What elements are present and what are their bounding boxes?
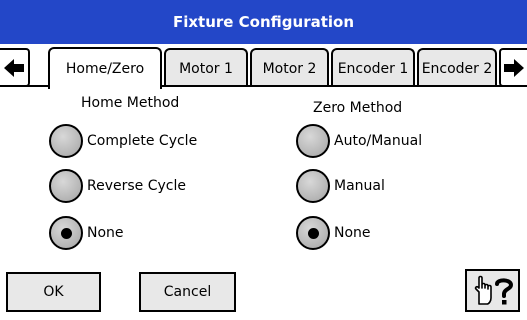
radio-zero-none[interactable]: None bbox=[296, 216, 371, 250]
home-method-label: Home Method bbox=[81, 95, 180, 111]
radio-circle bbox=[49, 169, 83, 203]
radio-reverse-cycle[interactable]: Reverse Cycle bbox=[49, 169, 186, 203]
radio-manual[interactable]: Manual bbox=[296, 169, 385, 203]
radio-complete-cycle[interactable]: Complete Cycle bbox=[49, 124, 197, 158]
arrow-right-icon bbox=[504, 58, 524, 77]
radio-circle bbox=[49, 124, 83, 158]
radio-selected-dot bbox=[307, 227, 319, 239]
ok-button-label: OK bbox=[43, 284, 64, 300]
radio-selected-dot bbox=[60, 227, 72, 239]
radio-label: None bbox=[334, 225, 371, 241]
tab-label: Encoder 1 bbox=[337, 60, 409, 77]
cancel-button-label: Cancel bbox=[163, 284, 212, 300]
arrow-left-icon bbox=[4, 58, 24, 77]
radio-label: None bbox=[87, 225, 124, 241]
tab-encoder-1[interactable]: Encoder 1 bbox=[331, 48, 415, 87]
ok-button[interactable]: OK bbox=[6, 272, 101, 312]
tab-label: Home/Zero bbox=[65, 61, 145, 77]
radio-label: Reverse Cycle bbox=[87, 178, 186, 194]
radio-label: Manual bbox=[334, 178, 385, 194]
tab-encoder-2[interactable]: Encoder 2 bbox=[417, 48, 497, 87]
title-bar: Fixture Configuration bbox=[0, 0, 527, 44]
zero-method-label: Zero Method bbox=[313, 100, 403, 116]
tab-label: Encoder 2 bbox=[421, 60, 493, 77]
cancel-button[interactable]: Cancel bbox=[139, 272, 236, 312]
help-button[interactable] bbox=[465, 269, 520, 312]
tab-motor-2[interactable]: Motor 2 bbox=[250, 48, 329, 87]
radio-circle bbox=[296, 169, 330, 203]
radio-home-none[interactable]: None bbox=[49, 216, 124, 250]
radio-circle bbox=[49, 216, 83, 250]
home-zero-panel: Home Method Zero Method Complete Cycle R… bbox=[0, 87, 527, 320]
radio-circle bbox=[296, 216, 330, 250]
tab-motor-1[interactable]: Motor 1 bbox=[164, 48, 248, 87]
tab-scroll-right-button[interactable] bbox=[499, 48, 527, 87]
radio-auto-manual[interactable]: Auto/Manual bbox=[296, 124, 422, 158]
tab-home-zero[interactable]: Home/Zero bbox=[48, 47, 162, 89]
radio-circle bbox=[296, 124, 330, 158]
tab-label: Motor 2 bbox=[262, 60, 317, 77]
hand-question-icon bbox=[474, 275, 513, 305]
radio-label: Auto/Manual bbox=[334, 133, 423, 149]
radio-label: Complete Cycle bbox=[87, 133, 198, 149]
window-title: Fixture Configuration bbox=[172, 13, 355, 31]
tab-label: Motor 1 bbox=[179, 60, 233, 77]
tab-strip: Home/Zero Motor 1 Motor 2 Encoder 1 Enco… bbox=[0, 44, 527, 89]
tab-scroll-left-button[interactable] bbox=[0, 48, 30, 87]
